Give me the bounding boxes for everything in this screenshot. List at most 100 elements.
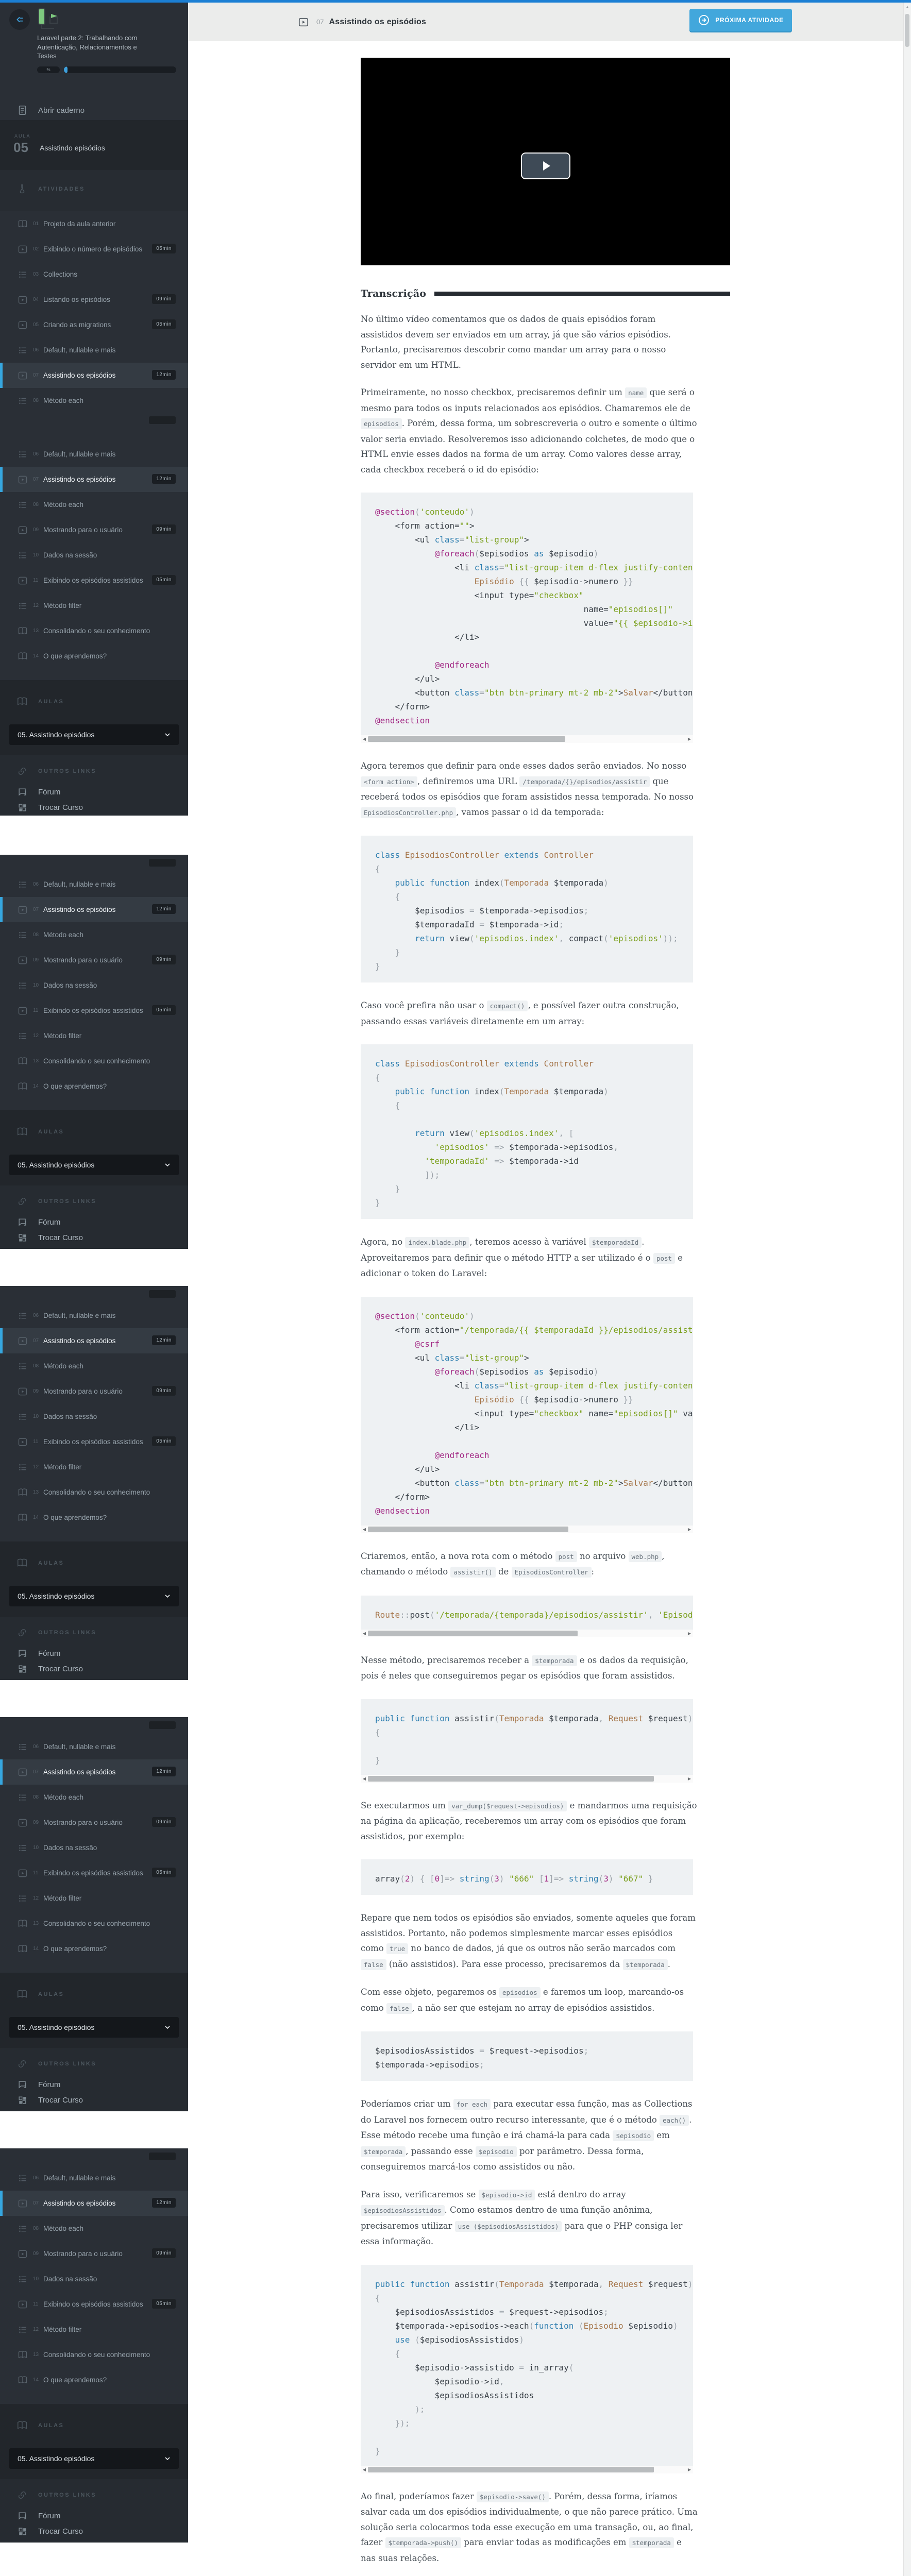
sidebar-item-09[interactable]: 09 Mostrando para o usuário 09min <box>0 2241 188 2266</box>
paragraph: Repare que nem todos os episódios são en… <box>361 1913 696 1970</box>
paragraph: Nesse método, precisaremos receber a $te… <box>361 1655 688 1681</box>
paragraph: Agora teremos que definir para onde esse… <box>361 761 694 818</box>
page-scrollbar[interactable]: ▲ <box>903 3 911 2576</box>
sidebar-item-14[interactable]: 14 O que aprendemos? <box>0 1505 188 1530</box>
sidebar-item-07[interactable]: 07 Assistindo os episódios 12min <box>0 1328 188 1353</box>
sidebar-item-08[interactable]: 08 Método each <box>0 922 188 947</box>
progress-bar-fill <box>64 66 68 73</box>
sidebar-item-13[interactable]: 13 Consolidando o seu conhecimento <box>0 618 188 643</box>
video-icon <box>18 1386 28 1397</box>
sidebar-item-11[interactable]: 11 Exibindo os episódios assistidos 05min <box>0 1860 188 1886</box>
sidebar-item-10[interactable]: 10 Dados na sessão <box>0 1404 188 1429</box>
sidebar-item-10[interactable]: 10 Dados na sessão <box>0 2266 188 2292</box>
sidebar-item-07[interactable]: 07 Assistindo os episódios 12min <box>0 467 188 492</box>
sidebar-item-09[interactable]: 09 Mostrando para o usuário 09min <box>0 947 188 973</box>
sidebar-item-08[interactable]: 08 Método each <box>0 1785 188 1810</box>
sidebar-item-12[interactable]: 12 Método filter <box>0 1886 188 1911</box>
lesson-select-dropdown[interactable]: 05. Assistindo episódios <box>9 2017 179 2038</box>
item-number: 06 <box>33 1313 39 1318</box>
sidebar-item-04[interactable]: 04 Listando os episódios 09min <box>0 287 188 312</box>
sidebar-item-11[interactable]: 11 Exibindo os episódios assistidos 05min <box>0 2292 188 2317</box>
code-horizontal-scrollbar[interactable]: ◀ ▶ <box>361 735 693 743</box>
aulas-section: AULAS 05. Assistindo episódios <box>0 1541 188 1617</box>
forum-link[interactable]: Fórum <box>0 1214 188 1230</box>
sidebar-item-11[interactable]: 11 Exibindo os episódios assistidos 05min <box>0 998 188 1023</box>
sidebar-item-03[interactable]: 03 Collections <box>0 262 188 287</box>
sidebar-item-07[interactable]: 07 Assistindo os episódios 12min <box>0 897 188 922</box>
item-label: Exibindo os episódios assistidos <box>43 2300 143 2308</box>
sidebar-item-06[interactable]: 06 Default, nullable e mais <box>0 1734 188 1759</box>
next-activity-button-top[interactable]: PRÓXIMA ATIVIDADE <box>689 9 792 31</box>
item-number: 06 <box>33 2175 39 2181</box>
item-label: Exibindo os episódios assistidos <box>43 1007 143 1014</box>
switch-course-link[interactable]: Trocar Curso <box>0 1661 188 1676</box>
sidebar-item-08[interactable]: 08 Método each <box>0 2216 188 2241</box>
switch-course-link[interactable]: Trocar Curso <box>0 800 188 815</box>
switch-course-link[interactable]: Trocar Curso <box>0 1230 188 1245</box>
open-notebook-button[interactable]: Abrir caderno <box>0 99 188 121</box>
sidebar-item-07[interactable]: 07 Assistindo os episódios 12min <box>0 2191 188 2216</box>
sidebar-item-11[interactable]: 11 Exibindo os episódios assistidos 05min <box>0 1429 188 1454</box>
scrollbar-up-arrow[interactable]: ▲ <box>905 5 909 9</box>
list-icon <box>18 930 28 940</box>
sidebar-item-05[interactable]: 05 Criando as migrations 05min <box>0 312 188 337</box>
sidebar-item-07[interactable]: 07 Assistindo os episódios 12min <box>0 363 188 388</box>
sidebar-item-11[interactable]: 11 Exibindo os episódios assistidos 05min <box>0 568 188 593</box>
sidebar-item-14[interactable]: 14 O que aprendemos? <box>0 1074 188 1099</box>
sidebar-item-12[interactable]: 12 Método filter <box>0 1023 188 1048</box>
sidebar-item-13[interactable]: 13 Consolidando o seu conhecimento <box>0 1480 188 1505</box>
lesson-select-dropdown[interactable]: 05. Assistindo episódios <box>9 1155 179 1175</box>
list-icon <box>18 2224 28 2234</box>
sidebar-item-06[interactable]: 06 Default, nullable e mais <box>0 2165 188 2191</box>
code-horizontal-scrollbar[interactable]: ◀ ▶ <box>361 1525 693 1533</box>
sidebar-item-08[interactable]: 08 Método each <box>0 388 188 413</box>
sidebar-item-13[interactable]: 13 Consolidando o seu conhecimento <box>0 1048 188 1074</box>
sidebar-item-13[interactable]: 13 Consolidando o seu conhecimento <box>0 2342 188 2367</box>
sidebar-item-06[interactable]: 06 Default, nullable e mais <box>0 872 188 897</box>
forum-link[interactable]: Fórum <box>0 1646 188 1661</box>
sidebar-item-12[interactable]: 12 Método filter <box>0 593 188 618</box>
sidebar-item-02[interactable]: 02 Exibindo o número de episódios 05min <box>0 236 188 262</box>
sidebar-item-06[interactable]: 06 Default, nullable e mais <box>0 1303 188 1328</box>
sidebar-item-12[interactable]: 12 Método filter <box>0 1454 188 1480</box>
scrollbar-thumb[interactable] <box>905 14 909 47</box>
sidebar-item-08[interactable]: 08 Método each <box>0 1353 188 1379</box>
sidebar-item-10[interactable]: 10 Dados na sessão <box>0 973 188 998</box>
code-horizontal-scrollbar[interactable]: ◀ ▶ <box>361 2465 693 2473</box>
sidebar-item-14[interactable]: 14 O que aprendemos? <box>0 2367 188 2393</box>
sidebar-item-10[interactable]: 10 Dados na sessão <box>0 1835 188 1860</box>
video-icon <box>18 575 28 586</box>
sidebar-item-01[interactable]: 01 Projeto da aula anterior <box>0 211 188 236</box>
sidebar-item-09[interactable]: 09 Mostrando para o usuário 09min <box>0 1810 188 1835</box>
sidebar-item-09[interactable]: 09 Mostrando para o usuário 09min <box>0 1379 188 1404</box>
sidebar-item-14[interactable]: 14 O que aprendemos? <box>0 1936 188 1961</box>
code-horizontal-scrollbar[interactable]: ◀ ▶ <box>361 1774 693 1783</box>
video-player[interactable] <box>361 58 730 265</box>
lesson-select-dropdown[interactable]: 05. Assistindo episódios <box>9 1586 179 1606</box>
sidebar-item-06[interactable]: 06 Default, nullable e mais <box>0 337 188 363</box>
sidebar-item-13[interactable]: 13 Consolidando o seu conhecimento <box>0 1911 188 1936</box>
sidebar-item-14[interactable]: 14 O que aprendemos? <box>0 643 188 669</box>
switch-course-link[interactable]: Trocar Curso <box>0 2092 188 2108</box>
sidebar-item-09[interactable]: 09 Mostrando para o usuário 09min <box>0 517 188 543</box>
lesson-type-video-icon <box>298 18 309 26</box>
sidebar-item-10[interactable]: 10 Dados na sessão <box>0 543 188 568</box>
sidebar-item-12[interactable]: 12 Método filter <box>0 2317 188 2342</box>
forum-link[interactable]: Fórum <box>0 784 188 800</box>
play-button[interactable] <box>520 152 570 179</box>
item-label: Método filter <box>43 2326 82 2333</box>
lesson-select-dropdown[interactable]: 05. Assistindo episódios <box>9 2448 179 2469</box>
sidebar-item-06[interactable]: 06 Default, nullable e mais <box>0 442 188 467</box>
list-icon <box>18 550 28 561</box>
sidebar-item-07[interactable]: 07 Assistindo os episódios 12min <box>0 1759 188 1785</box>
code-horizontal-scrollbar[interactable]: ◀ ▶ <box>361 1629 693 1637</box>
item-number: 13 <box>33 1058 39 1064</box>
lesson-select-dropdown[interactable]: 05. Assistindo episódios <box>9 724 179 745</box>
forum-link[interactable]: Fórum <box>0 2077 188 2092</box>
transcript-heading: Transcrição <box>361 288 427 299</box>
switch-course-link[interactable]: Trocar Curso <box>0 2523 188 2539</box>
sidebar-item-08[interactable]: 08 Método each <box>0 492 188 517</box>
forum-link[interactable]: Fórum <box>0 2508 188 2523</box>
video-icon <box>18 474 28 485</box>
collapse-sidebar-button[interactable] <box>9 9 30 30</box>
